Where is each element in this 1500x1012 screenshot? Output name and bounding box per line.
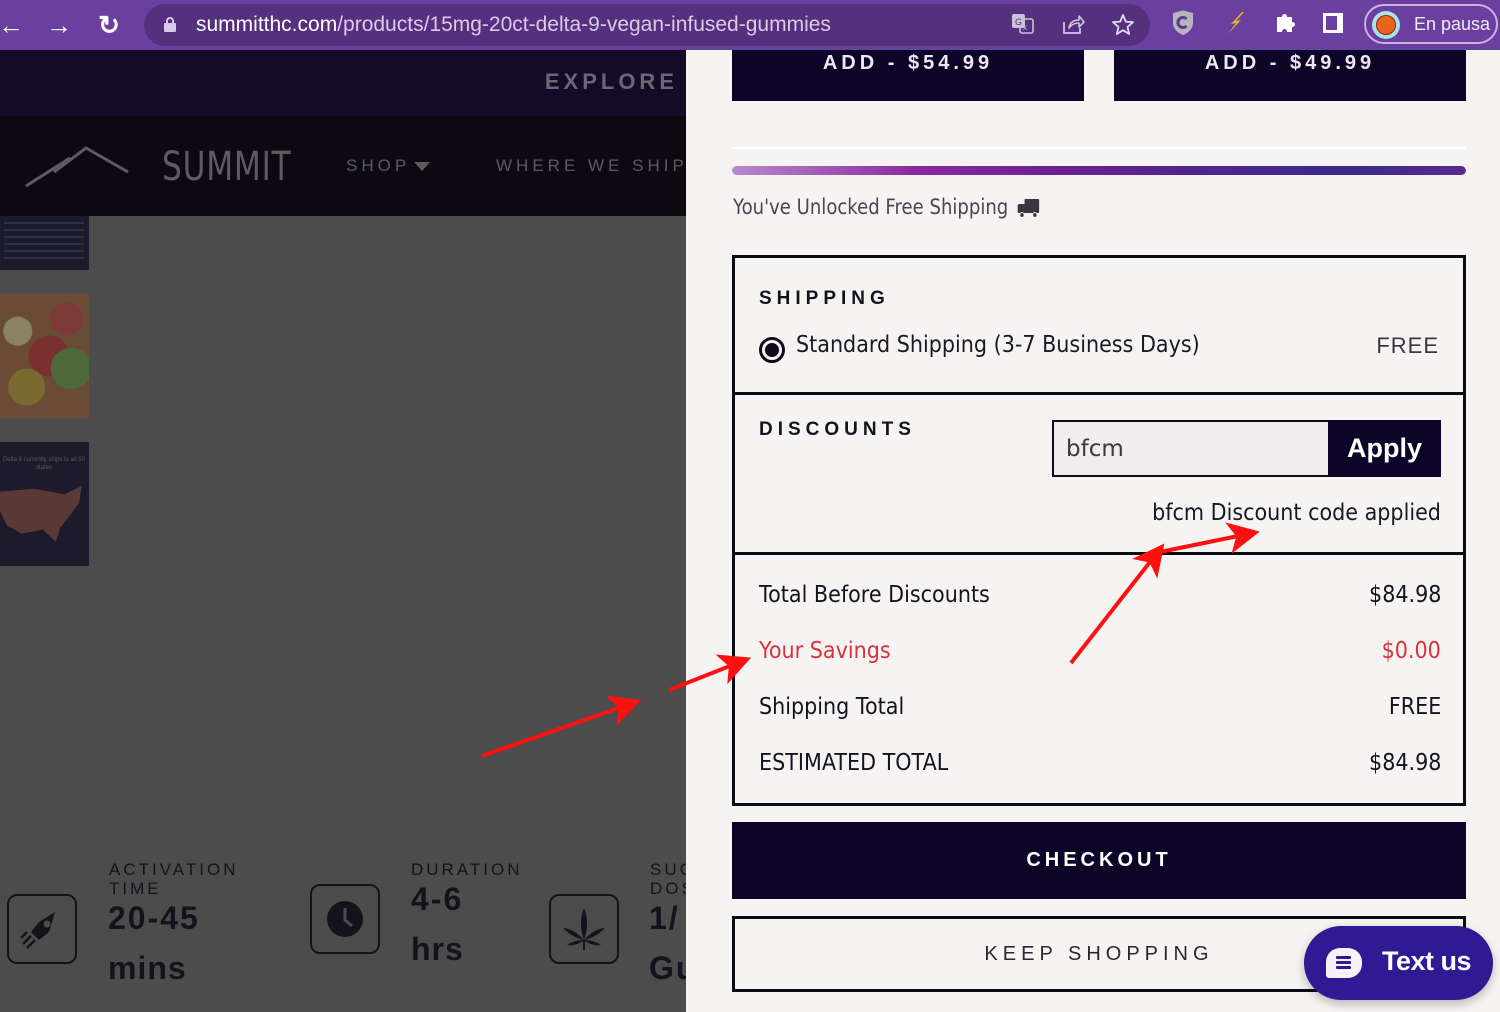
announcement-bar: EXPLORE	[0, 50, 686, 116]
product-thumbnail-shipping-map[interactable]: Delta 9 currently ships to all 50 states	[0, 442, 89, 566]
stat-activation-unit: mins	[108, 950, 187, 986]
svg-text:x: x	[1023, 23, 1027, 32]
url-text[interactable]: summitthc.com/products/15mg-20ct-delta-9…	[196, 13, 831, 37]
address-bar[interactable]: summitthc.com/products/15mg-20ct-delta-9…	[144, 4, 1150, 46]
stat-dosage-unit: Gu	[649, 950, 686, 986]
rocket-icon-box	[7, 894, 77, 964]
shipping-total-row: Shipping Total FREE	[759, 694, 1441, 720]
divider	[732, 147, 1466, 149]
site-header: SUMMIT SHOP WHERE WE SHIP	[0, 116, 686, 216]
totals-section: Total Before Discounts $84.98 Your Savin…	[735, 555, 1463, 803]
upsell-add-button-1[interactable]: ADD - $54.99	[732, 50, 1084, 101]
nav-where-we-ship[interactable]: WHERE WE SHIP	[496, 156, 686, 176]
shipping-section: SHIPPING Standard Shipping (3-7 Business…	[735, 258, 1463, 395]
discounts-title: DISCOUNTS	[759, 419, 916, 440]
product-thumbnail-label[interactable]	[0, 216, 89, 270]
stat-dosage-label: SUGDOS	[650, 860, 686, 898]
stat-activation-value: 20-45	[108, 900, 200, 936]
rocket-icon	[20, 912, 55, 949]
cannabis-leaf-icon	[563, 908, 605, 950]
cart-drawer: ADD - $54.99 ADD - $49.99 You've Unlocke…	[686, 50, 1500, 1012]
site-logo[interactable]: SUMMIT	[162, 144, 291, 190]
discounts-section: DISCOUNTS Apply bfcm Discount code appli…	[735, 395, 1463, 555]
total-before-discounts-row: Total Before Discounts $84.98	[759, 582, 1441, 608]
shield-extension-icon[interactable]	[1170, 10, 1196, 38]
discount-status-message: bfcm Discount code applied	[1152, 500, 1441, 526]
profile-button[interactable]: En pausa	[1364, 4, 1498, 44]
svg-text:G: G	[1015, 17, 1022, 27]
text-us-chat-button[interactable]: Text us	[1304, 926, 1493, 1000]
chat-bubble-icon	[1326, 948, 1362, 978]
chevron-down-icon	[414, 162, 431, 172]
shipping-option-label[interactable]: Standard Shipping (3-7 Business Days)	[796, 332, 1200, 358]
usa-map-image	[0, 486, 82, 542]
progress-fill	[732, 166, 1466, 175]
discount-code-input[interactable]	[1052, 420, 1328, 477]
reload-icon[interactable]: ↻	[92, 8, 126, 42]
explore-link[interactable]: EXPLORE	[545, 69, 678, 95]
mountain-logo-icon[interactable]	[24, 146, 130, 188]
translate-icon[interactable]: Gx	[1010, 13, 1036, 39]
cannabis-leaf-icon-box	[549, 894, 619, 964]
shipping-option-price: FREE	[1376, 333, 1439, 358]
clock-icon	[327, 901, 363, 937]
stat-duration-unit: hrs	[411, 931, 464, 967]
apply-discount-button[interactable]: Apply	[1328, 420, 1441, 477]
stat-duration-label: DURATION	[411, 860, 523, 879]
back-icon[interactable]: ←	[0, 8, 28, 42]
stat-activation-label: ACTIVATION TIME	[109, 860, 239, 898]
stat-duration-value: 4-6	[411, 881, 464, 917]
standard-shipping-radio[interactable]	[759, 337, 785, 363]
order-summary: SHIPPING Standard Shipping (3-7 Business…	[732, 255, 1466, 806]
browser-toolbar: ← → ↻ summitthc.com/products/15mg-20ct-d…	[0, 0, 1500, 50]
lock-icon[interactable]	[164, 17, 176, 32]
clock-icon-box	[310, 884, 380, 954]
checkout-button[interactable]: CHECKOUT	[732, 822, 1466, 899]
nav-shop[interactable]: SHOP	[346, 156, 431, 176]
stat-dosage-value: 1/	[649, 900, 680, 936]
product-page-background: EXPLORE SUMMIT SHOP WHERE WE SHIP Delta …	[0, 50, 686, 1012]
lightning-extension-icon[interactable]	[1222, 10, 1248, 38]
product-thumbnail-gummies[interactable]	[0, 294, 89, 418]
basketball-avatar-icon	[1372, 11, 1400, 39]
bookmark-star-icon[interactable]	[1110, 13, 1136, 39]
estimated-total-row: ESTIMATED TOTAL $84.98	[759, 750, 1441, 776]
free-shipping-message: You've Unlocked Free Shipping	[733, 195, 1040, 219]
upsell-add-button-2[interactable]: ADD - $49.99	[1114, 50, 1466, 101]
forward-icon[interactable]: →	[42, 8, 76, 42]
free-shipping-progress-bar	[732, 166, 1466, 175]
extensions-puzzle-icon[interactable]	[1272, 10, 1298, 38]
shipping-title: SHIPPING	[759, 288, 890, 309]
truck-icon	[1017, 198, 1039, 218]
share-icon[interactable]	[1060, 13, 1086, 39]
your-savings-row: Your Savings $0.00	[759, 638, 1441, 664]
side-panel-icon[interactable]	[1320, 10, 1346, 38]
